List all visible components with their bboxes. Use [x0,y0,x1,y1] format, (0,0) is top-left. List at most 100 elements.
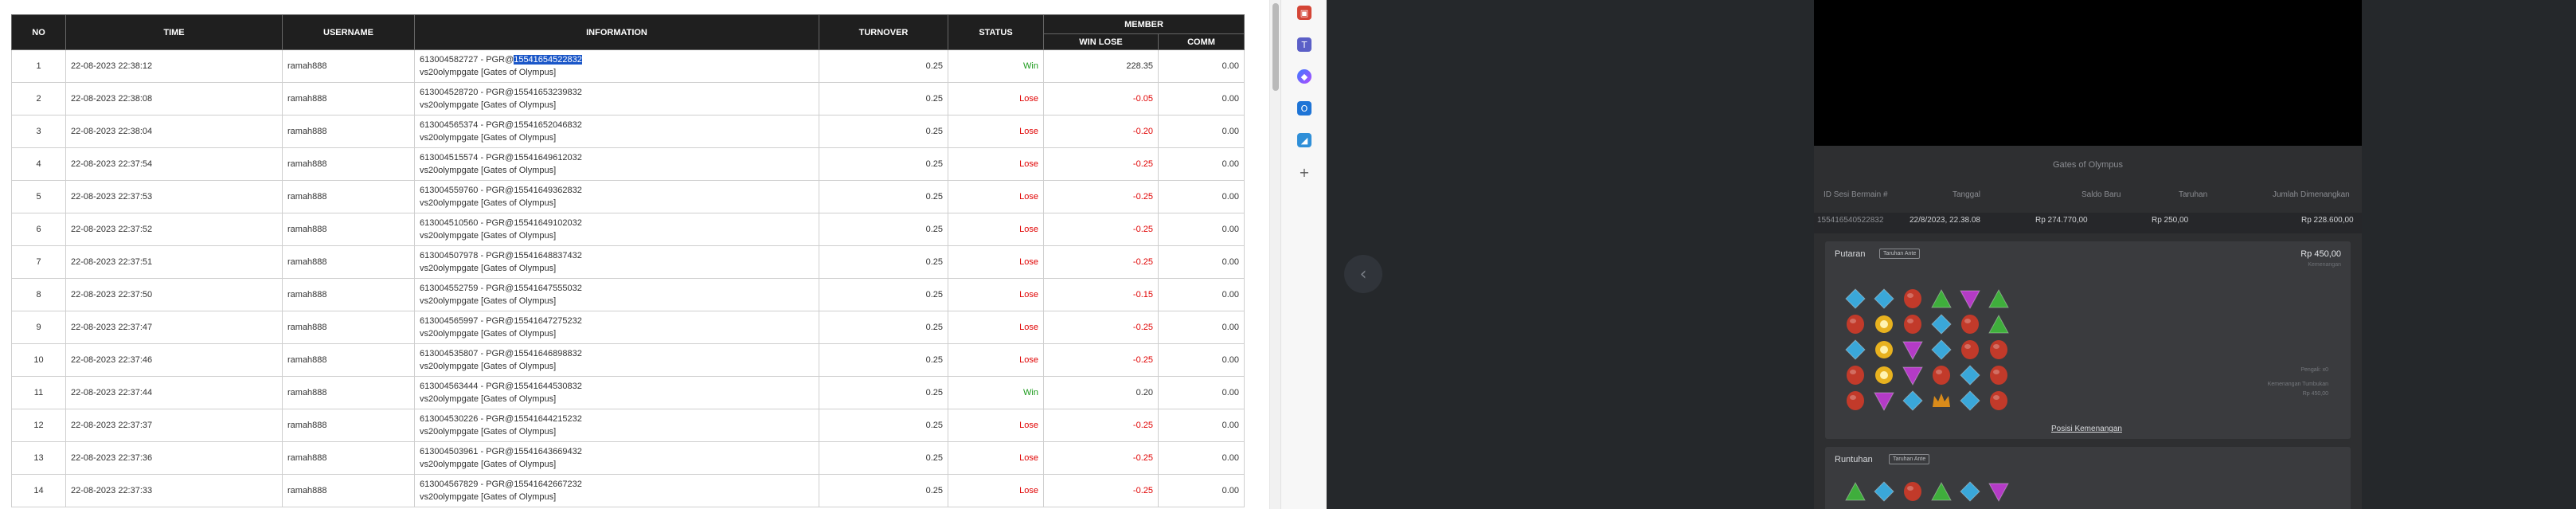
info-code[interactable]: 15541644215232 [514,414,582,424]
symbol-blue-icon [1902,390,1924,412]
info-line-2: vs20olympgate [Gates of Olympus] [420,427,557,437]
cell-comm: 0.00 [1157,441,1245,475]
tumble-ante-tag: Taruhan Ante [1889,454,1930,464]
scrollbar-thumb[interactable] [1272,3,1279,91]
table-row[interactable]: 12 22-08-2023 22:37:37 ramah888 61300453022… [11,409,1245,442]
table-row[interactable]: 13 22-08-2023 22:37:36 ramah888 61300450396… [11,441,1245,475]
info-code[interactable]: 15541649362832 [514,186,582,195]
header-comm[interactable]: COMM [1157,33,1245,50]
header-information[interactable]: INFORMATION [414,14,819,50]
cell-win-lose: -0.25 [1043,474,1159,507]
info-code[interactable]: 15541649612032 [514,153,582,162]
cell-username: ramah888 [282,311,415,344]
header-new-balance: Saldo Baru [2082,190,2121,199]
table-row[interactable]: 1 22-08-2023 22:38:12 ramah888 613004582727… [11,49,1245,83]
header-session-id: ID Sesi Bermain # [1824,190,1888,199]
symbol-green-icon [1930,480,1953,503]
info-line-1: 613004559760 - PGR@15541649362832 [420,184,814,197]
table-row[interactable]: 2 22-08-2023 22:38:08 ramah888 613004528720… [11,82,1245,116]
cell-comm: 0.00 [1157,82,1245,116]
table-row[interactable]: 4 22-08-2023 22:37:54 ramah888 613004515574… [11,147,1245,181]
win-position-link[interactable]: Posisi Kemenangan [2051,425,2122,433]
header-no[interactable]: NO [11,14,66,50]
table-row[interactable]: 10 22-08-2023 22:37:46 ramah888 61300453580… [11,343,1245,377]
outlook-icon[interactable]: O [1297,101,1311,116]
teams-icon[interactable]: T [1297,37,1311,52]
info-line-1: 613004582727 - PGR@15541654522832 [420,53,814,66]
cell-no: 6 [11,213,66,246]
page-scrollbar[interactable] [1269,0,1280,509]
info-code[interactable]: 15541648837432 [514,251,582,260]
info-line-2: vs20olympgate [Gates of Olympus] [420,264,557,273]
table-row[interactable]: 3 22-08-2023 22:38:04 ramah888 613004565374… [11,115,1245,148]
table-row[interactable]: 14 22-08-2023 22:37:33 ramah888 61300456782… [11,474,1245,507]
tumble-label: Runtuhan [1835,455,1873,464]
cell-time: 22-08-2023 22:37:54 [65,147,283,181]
info-code[interactable]: 15541642667232 [514,480,582,489]
info-line-2: vs20olympgate [Gates of Olympus] [420,329,557,339]
previous-arrow-icon[interactable]: ‹ [1344,255,1382,293]
header-win-lose[interactable]: WIN LOSE [1043,33,1159,50]
info-line-2: vs20olympgate [Gates of Olympus] [420,492,557,502]
info-code[interactable]: 15541646898832 [514,349,582,358]
symbol-blue-icon [1873,288,1895,310]
info-prefix: 613004565374 - PGR@ [420,120,514,130]
table-row[interactable]: 11 22-08-2023 22:37:44 ramah888 61300456344… [11,376,1245,409]
cell-time: 22-08-2023 22:38:12 [65,49,283,83]
info-code[interactable]: 15541647555032 [514,284,582,293]
report-pane: NO TIME USERNAME INFORMATION TURNOVER ST… [0,0,1280,509]
cell-username: ramah888 [282,343,415,377]
symbol-green-icon [1844,480,1867,503]
gift-icon[interactable]: ▣ [1297,6,1311,20]
symbol-purple-icon [1873,390,1895,412]
info-line-2: vs20olympgate [Gates of Olympus] [420,68,557,77]
info-code[interactable]: 15541643669432 [514,447,582,456]
table-row[interactable]: 6 22-08-2023 22:37:52 ramah888 613004510560… [11,213,1245,246]
cell-status: Lose [948,311,1044,344]
cell-no: 14 [11,474,66,507]
info-code[interactable]: 15541652046832 [514,120,582,130]
info-code[interactable]: 15541653239832 [514,88,582,97]
cell-comm: 0.00 [1157,278,1245,311]
tumble-card: Runtuhan Taruhan Ante [1825,447,2351,509]
symbol-purple-icon [1959,288,1981,310]
header-status[interactable]: STATUS [948,14,1044,50]
table-row[interactable]: 8 22-08-2023 22:37:50 ramah888 613004552759… [11,278,1245,311]
copilot-icon[interactable]: ◆ [1297,69,1311,84]
info-line-2: vs20olympgate [Gates of Olympus] [420,460,557,469]
info-line-1: 613004503961 - PGR@15541643669432 [420,445,814,458]
cell-win-lose: 0.20 [1043,376,1159,409]
header-win-amount: Jumlah Dimenangkan [2273,190,2350,199]
cell-status: Lose [948,147,1044,181]
info-code[interactable]: 15541654522832 [514,55,582,65]
info-code[interactable]: 15541649102032 [514,218,582,228]
bet-history-table: NO TIME USERNAME INFORMATION TURNOVER ST… [11,14,1245,507]
info-line-1: 613004515574 - PGR@15541649612032 [420,151,814,164]
image-viewer: ‹ Gates of Olympus ID Sesi Bermain # Tan… [1327,0,2576,509]
header-turnover[interactable]: TURNOVER [819,14,948,50]
table-row[interactable]: 9 22-08-2023 22:37:47 ramah888 613004565997… [11,311,1245,344]
cell-information: 613004530226 - PGR@15541644215232 vs20oly… [414,409,819,442]
shopping-icon[interactable]: ◢ [1297,133,1311,147]
info-line-1: 613004565374 - PGR@15541652046832 [420,119,814,131]
info-code[interactable]: 15541644530832 [514,382,582,391]
symbol-red-icon [1988,390,2010,412]
info-prefix: 613004582727 - PGR@ [420,55,514,65]
cell-no: 1 [11,49,66,83]
symbol-red-icon [1844,390,1867,412]
table-row[interactable]: 5 22-08-2023 22:37:53 ramah888 613004559760… [11,180,1245,213]
cell-win-lose: 228.35 [1043,49,1159,83]
cell-status: Lose [948,245,1044,279]
cell-time: 22-08-2023 22:37:46 [65,343,283,377]
header-username[interactable]: USERNAME [282,14,415,50]
info-line-2: vs20olympgate [Gates of Olympus] [420,394,557,404]
header-time[interactable]: TIME [65,14,283,50]
info-line-1: 613004535807 - PGR@15541646898832 [420,347,814,360]
add-icon[interactable]: + [1297,165,1311,180]
table-row[interactable]: 7 22-08-2023 22:37:51 ramah888 613004507978… [11,245,1245,279]
header-bet: Taruhan [2179,190,2208,199]
cell-no: 8 [11,278,66,311]
cell-turnover: 0.25 [819,278,948,311]
game-title: Gates of Olympus [2052,160,2124,170]
info-code[interactable]: 15541647275232 [514,316,582,326]
